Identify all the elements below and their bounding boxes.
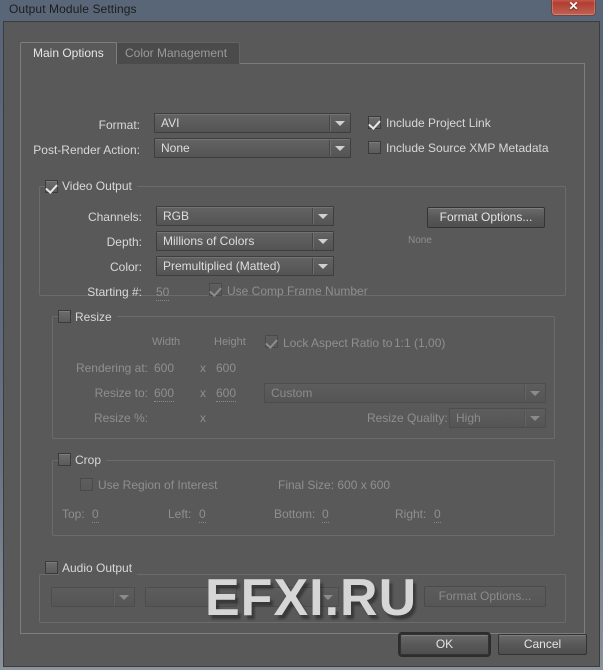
resize-preset-combo[interactable]: Custom: [264, 383, 546, 403]
channels-combo[interactable]: RGB: [156, 206, 334, 226]
format-combo-value: AVI: [161, 116, 180, 130]
crop-left-value[interactable]: 0: [199, 507, 206, 523]
use-region-of-interest-label: Use Region of Interest: [98, 478, 218, 492]
chevron-down-icon: [335, 146, 345, 151]
rendering-at-separator: x: [200, 361, 206, 375]
channels-label: Channels:: [87, 210, 142, 224]
resize-to-separator: x: [200, 386, 206, 400]
crop-group: [52, 460, 555, 536]
resize-height-header: Height: [214, 336, 246, 348]
combo-separator: [312, 258, 314, 274]
resize-to-height[interactable]: 600: [216, 386, 237, 402]
crop-bottom-value[interactable]: 0: [322, 507, 329, 523]
close-button[interactable]: ✕: [551, 0, 596, 16]
combo-separator: [317, 589, 319, 605]
cancel-button[interactable]: Cancel: [498, 634, 587, 655]
format-label: Format:: [98, 118, 140, 132]
depth-combo-value: Millions of Colors: [163, 234, 255, 248]
combo-separator: [215, 589, 217, 605]
use-region-of-interest-checkbox[interactable]: [80, 478, 93, 491]
chevron-down-icon: [530, 391, 540, 396]
audio-output-checkbox[interactable]: [45, 561, 58, 574]
include-source-xmp-metadata-label: Include Source XMP Metadata: [386, 141, 549, 155]
resize-quality-label: Resize Quality:: [367, 411, 448, 425]
output-module-settings-dialog: Main Options Color Management Format: AV…: [3, 21, 600, 667]
color-combo-value: Premultiplied (Matted): [163, 259, 281, 273]
crop-right-label: Right:: [395, 507, 427, 521]
chevron-down-icon: [119, 595, 129, 600]
channels-combo-value: RGB: [163, 209, 190, 223]
window-titlebar: Output Module Settings ✕: [0, 0, 603, 21]
close-icon: ✕: [568, 0, 579, 13]
chevron-down-icon: [318, 214, 328, 219]
use-comp-frame-number-checkbox[interactable]: [209, 283, 222, 296]
depth-label: Depth:: [106, 235, 142, 249]
rendering-at-label: Rendering at:: [75, 361, 148, 375]
audio-channels-combo[interactable]: [247, 587, 339, 607]
chevron-down-icon: [335, 121, 345, 126]
crop-top-value[interactable]: 0: [92, 507, 99, 523]
resize-percent-label: Resize %:: [93, 411, 148, 425]
include-project-link-checkbox[interactable]: [368, 116, 381, 129]
format-combo[interactable]: AVI: [154, 113, 351, 133]
audio-rate-combo[interactable]: [51, 587, 135, 607]
combo-separator: [329, 115, 331, 131]
resize-to-label: Resize to:: [94, 386, 148, 400]
rendering-at-height: 600: [216, 361, 237, 375]
color-label: Color:: [109, 260, 142, 274]
resize-checkbox[interactable]: [58, 310, 71, 323]
resize-quality-value: High: [456, 411, 481, 425]
resize-quality-combo[interactable]: High: [449, 408, 546, 428]
resize-preset-value: Custom: [271, 386, 313, 400]
depth-combo[interactable]: Millions of Colors: [156, 231, 334, 251]
combo-separator: [329, 140, 331, 156]
audio-format-options-button[interactable]: Format Options...: [424, 586, 546, 607]
crop-top-label: Top:: [62, 507, 85, 521]
lock-aspect-ratio-value: 1:1 (1,00): [394, 336, 446, 350]
video-format-options-button[interactable]: Format Options...: [427, 207, 545, 228]
combo-separator: [524, 410, 526, 426]
starting-number-value[interactable]: 50: [156, 285, 170, 301]
window-title: Output Module Settings: [9, 2, 137, 16]
chevron-down-icon: [221, 595, 231, 600]
chevron-down-icon: [318, 264, 328, 269]
color-combo[interactable]: Premultiplied (Matted): [156, 256, 334, 276]
lock-aspect-ratio-label: Lock Aspect Ratio to: [283, 336, 393, 350]
use-comp-frame-number-label: Use Comp Frame Number: [227, 284, 368, 298]
resize-percent-separator: x: [200, 411, 206, 425]
include-source-xmp-metadata-checkbox[interactable]: [368, 141, 381, 154]
final-size-label: Final Size: 600 x 600: [278, 478, 391, 492]
rendering-at-width: 600: [154, 361, 175, 375]
chevron-down-icon: [318, 239, 328, 244]
resize-width-header: Width: [152, 336, 181, 348]
audio-depth-combo[interactable]: [145, 587, 237, 607]
tab-color-management[interactable]: Color Management: [112, 42, 241, 64]
crop-bottom-label: Bottom:: [274, 507, 316, 521]
combo-separator: [113, 589, 115, 605]
audio-output-group-label: Audio Output: [59, 561, 138, 575]
chevron-down-icon: [323, 595, 333, 600]
post-render-action-label: Post-Render Action:: [33, 143, 140, 157]
video-output-checkbox[interactable]: [45, 180, 58, 193]
starting-number-label: Starting #:: [87, 285, 142, 299]
combo-separator: [524, 385, 526, 401]
lock-aspect-ratio-checkbox[interactable]: [265, 335, 278, 348]
crop-left-label: Left:: [168, 507, 192, 521]
ok-button[interactable]: OK: [398, 632, 491, 657]
include-project-link-label: Include Project Link: [386, 116, 491, 130]
post-render-action-combo[interactable]: None: [154, 138, 351, 158]
video-format-options-status: None: [408, 235, 432, 246]
video-output-group-label: Video Output: [59, 179, 137, 193]
chevron-down-icon: [530, 416, 540, 421]
post-render-action-value: None: [161, 141, 190, 155]
resize-to-width[interactable]: 600: [154, 386, 175, 402]
combo-separator: [312, 233, 314, 249]
crop-checkbox[interactable]: [58, 453, 71, 466]
resize-group-label: Resize: [72, 310, 117, 324]
crop-group-label: Crop: [72, 453, 107, 467]
crop-right-value[interactable]: 0: [434, 507, 441, 523]
combo-separator: [312, 208, 314, 224]
tab-main-options[interactable]: Main Options: [20, 42, 117, 64]
